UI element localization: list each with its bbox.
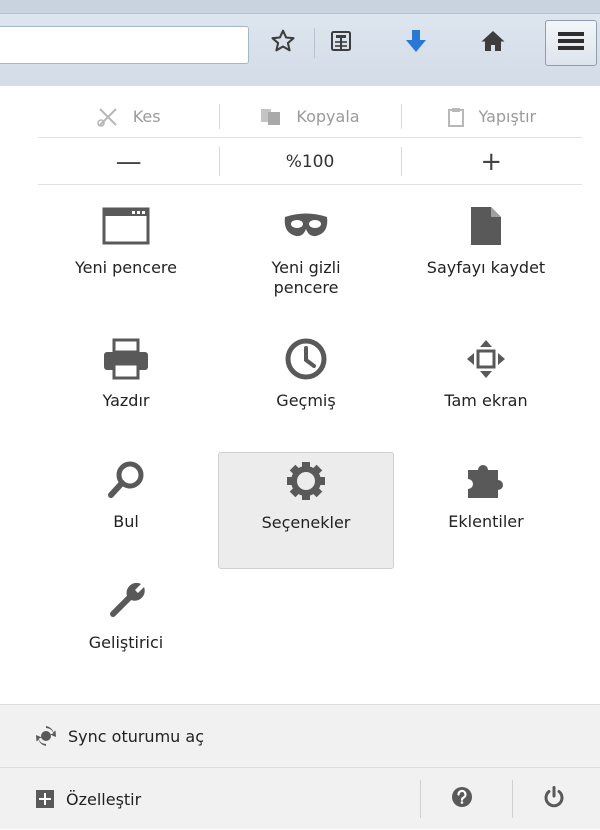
find-label: Bul <box>113 512 139 531</box>
bookmarks-menu-button[interactable] <box>322 22 360 64</box>
fullscreen-arrows-icon <box>398 331 574 387</box>
private-window-line1: Yeni gizli <box>271 258 341 277</box>
home-button[interactable] <box>474 22 512 64</box>
zoom-reset-button[interactable]: %100 <box>219 139 400 184</box>
options-button[interactable]: Seçenekler <box>218 452 394 569</box>
save-page-label: Sayfayı kaydet <box>426 258 546 277</box>
open-menu-button[interactable] <box>545 20 597 66</box>
main-menu-panel: Kes Kopyala Yapıştır — %100 + Yeni pence… <box>0 86 600 829</box>
addons-button[interactable]: Eklentiler <box>398 452 574 570</box>
print-button[interactable]: Yazdır <box>38 331 214 449</box>
bookmark-star-button[interactable] <box>264 22 302 64</box>
paste-label: Yapıştır <box>478 107 537 126</box>
menu-footer: Özelleştir <box>0 767 600 829</box>
power-icon <box>543 786 565 812</box>
downloads-button[interactable] <box>397 22 435 64</box>
fullscreen-label: Tam ekran <box>444 391 528 410</box>
footer-separator <box>512 780 513 818</box>
find-button[interactable]: Bul <box>38 452 214 570</box>
copy-button[interactable]: Kopyala <box>219 96 400 137</box>
zoom-in-button[interactable]: + <box>400 139 582 184</box>
history-button[interactable]: Geçmiş <box>218 331 394 449</box>
tab-strip-edge <box>0 0 600 14</box>
paste-button[interactable]: Yapıştır <box>400 96 582 137</box>
print-label: Yazdır <box>102 391 150 410</box>
reading-list-icon <box>329 29 353 57</box>
magnifier-icon <box>38 452 214 508</box>
help-button[interactable] <box>422 768 502 830</box>
customize-label: Özelleştir <box>66 789 142 809</box>
home-icon <box>480 29 506 57</box>
customize-button[interactable]: Özelleştir <box>36 768 141 830</box>
zoom-out-button[interactable]: — <box>38 139 219 184</box>
options-label: Seçenekler <box>261 513 351 532</box>
help-icon <box>451 786 473 812</box>
developer-label: Geliştirici <box>88 633 164 652</box>
sync-signin-button[interactable]: Sync oturumu aç <box>0 704 600 767</box>
toolbar-separator <box>314 28 315 58</box>
cut-button[interactable]: Kes <box>38 96 219 137</box>
scissors-icon <box>96 107 119 127</box>
star-icon <box>270 28 296 58</box>
fullscreen-button[interactable]: Tam ekran <box>398 331 574 449</box>
mask-icon <box>218 198 394 254</box>
printer-icon <box>38 331 214 387</box>
copy-icon <box>260 108 282 126</box>
addons-label: Eklentiler <box>448 512 524 531</box>
save-page-button[interactable]: Sayfayı kaydet <box>398 198 574 316</box>
page-icon <box>398 198 574 254</box>
sync-label: Sync oturumu aç <box>68 726 204 746</box>
gear-icon <box>219 453 393 509</box>
quit-button[interactable] <box>514 768 594 830</box>
puzzle-icon <box>398 452 574 508</box>
download-arrow-icon <box>404 28 428 58</box>
plus-box-icon <box>36 790 54 808</box>
new-private-window-button[interactable]: Yeni gizli pencere <box>218 198 394 316</box>
new-window-label: Yeni pencere <box>74 258 177 277</box>
wrench-icon <box>38 573 214 629</box>
hamburger-menu-icon <box>557 30 585 56</box>
footer-separator <box>420 780 421 818</box>
window-icon <box>38 198 214 254</box>
cut-label: Kes <box>132 107 161 126</box>
url-bar[interactable] <box>0 26 249 64</box>
developer-button[interactable]: Geliştirici <box>38 573 214 691</box>
edit-controls: Kes Kopyala Yapıştır <box>38 96 582 138</box>
private-window-line2: pencere <box>273 278 339 297</box>
clock-icon <box>218 331 394 387</box>
copy-label: Kopyala <box>296 107 360 126</box>
history-label: Geçmiş <box>276 391 336 410</box>
sync-icon <box>36 726 56 746</box>
new-private-window-label: Yeni gizli pencere <box>218 258 394 298</box>
zoom-controls: — %100 + <box>38 139 582 185</box>
new-window-button[interactable]: Yeni pencere <box>38 198 214 316</box>
browser-toolbar <box>0 0 600 86</box>
clipboard-icon <box>447 107 465 127</box>
